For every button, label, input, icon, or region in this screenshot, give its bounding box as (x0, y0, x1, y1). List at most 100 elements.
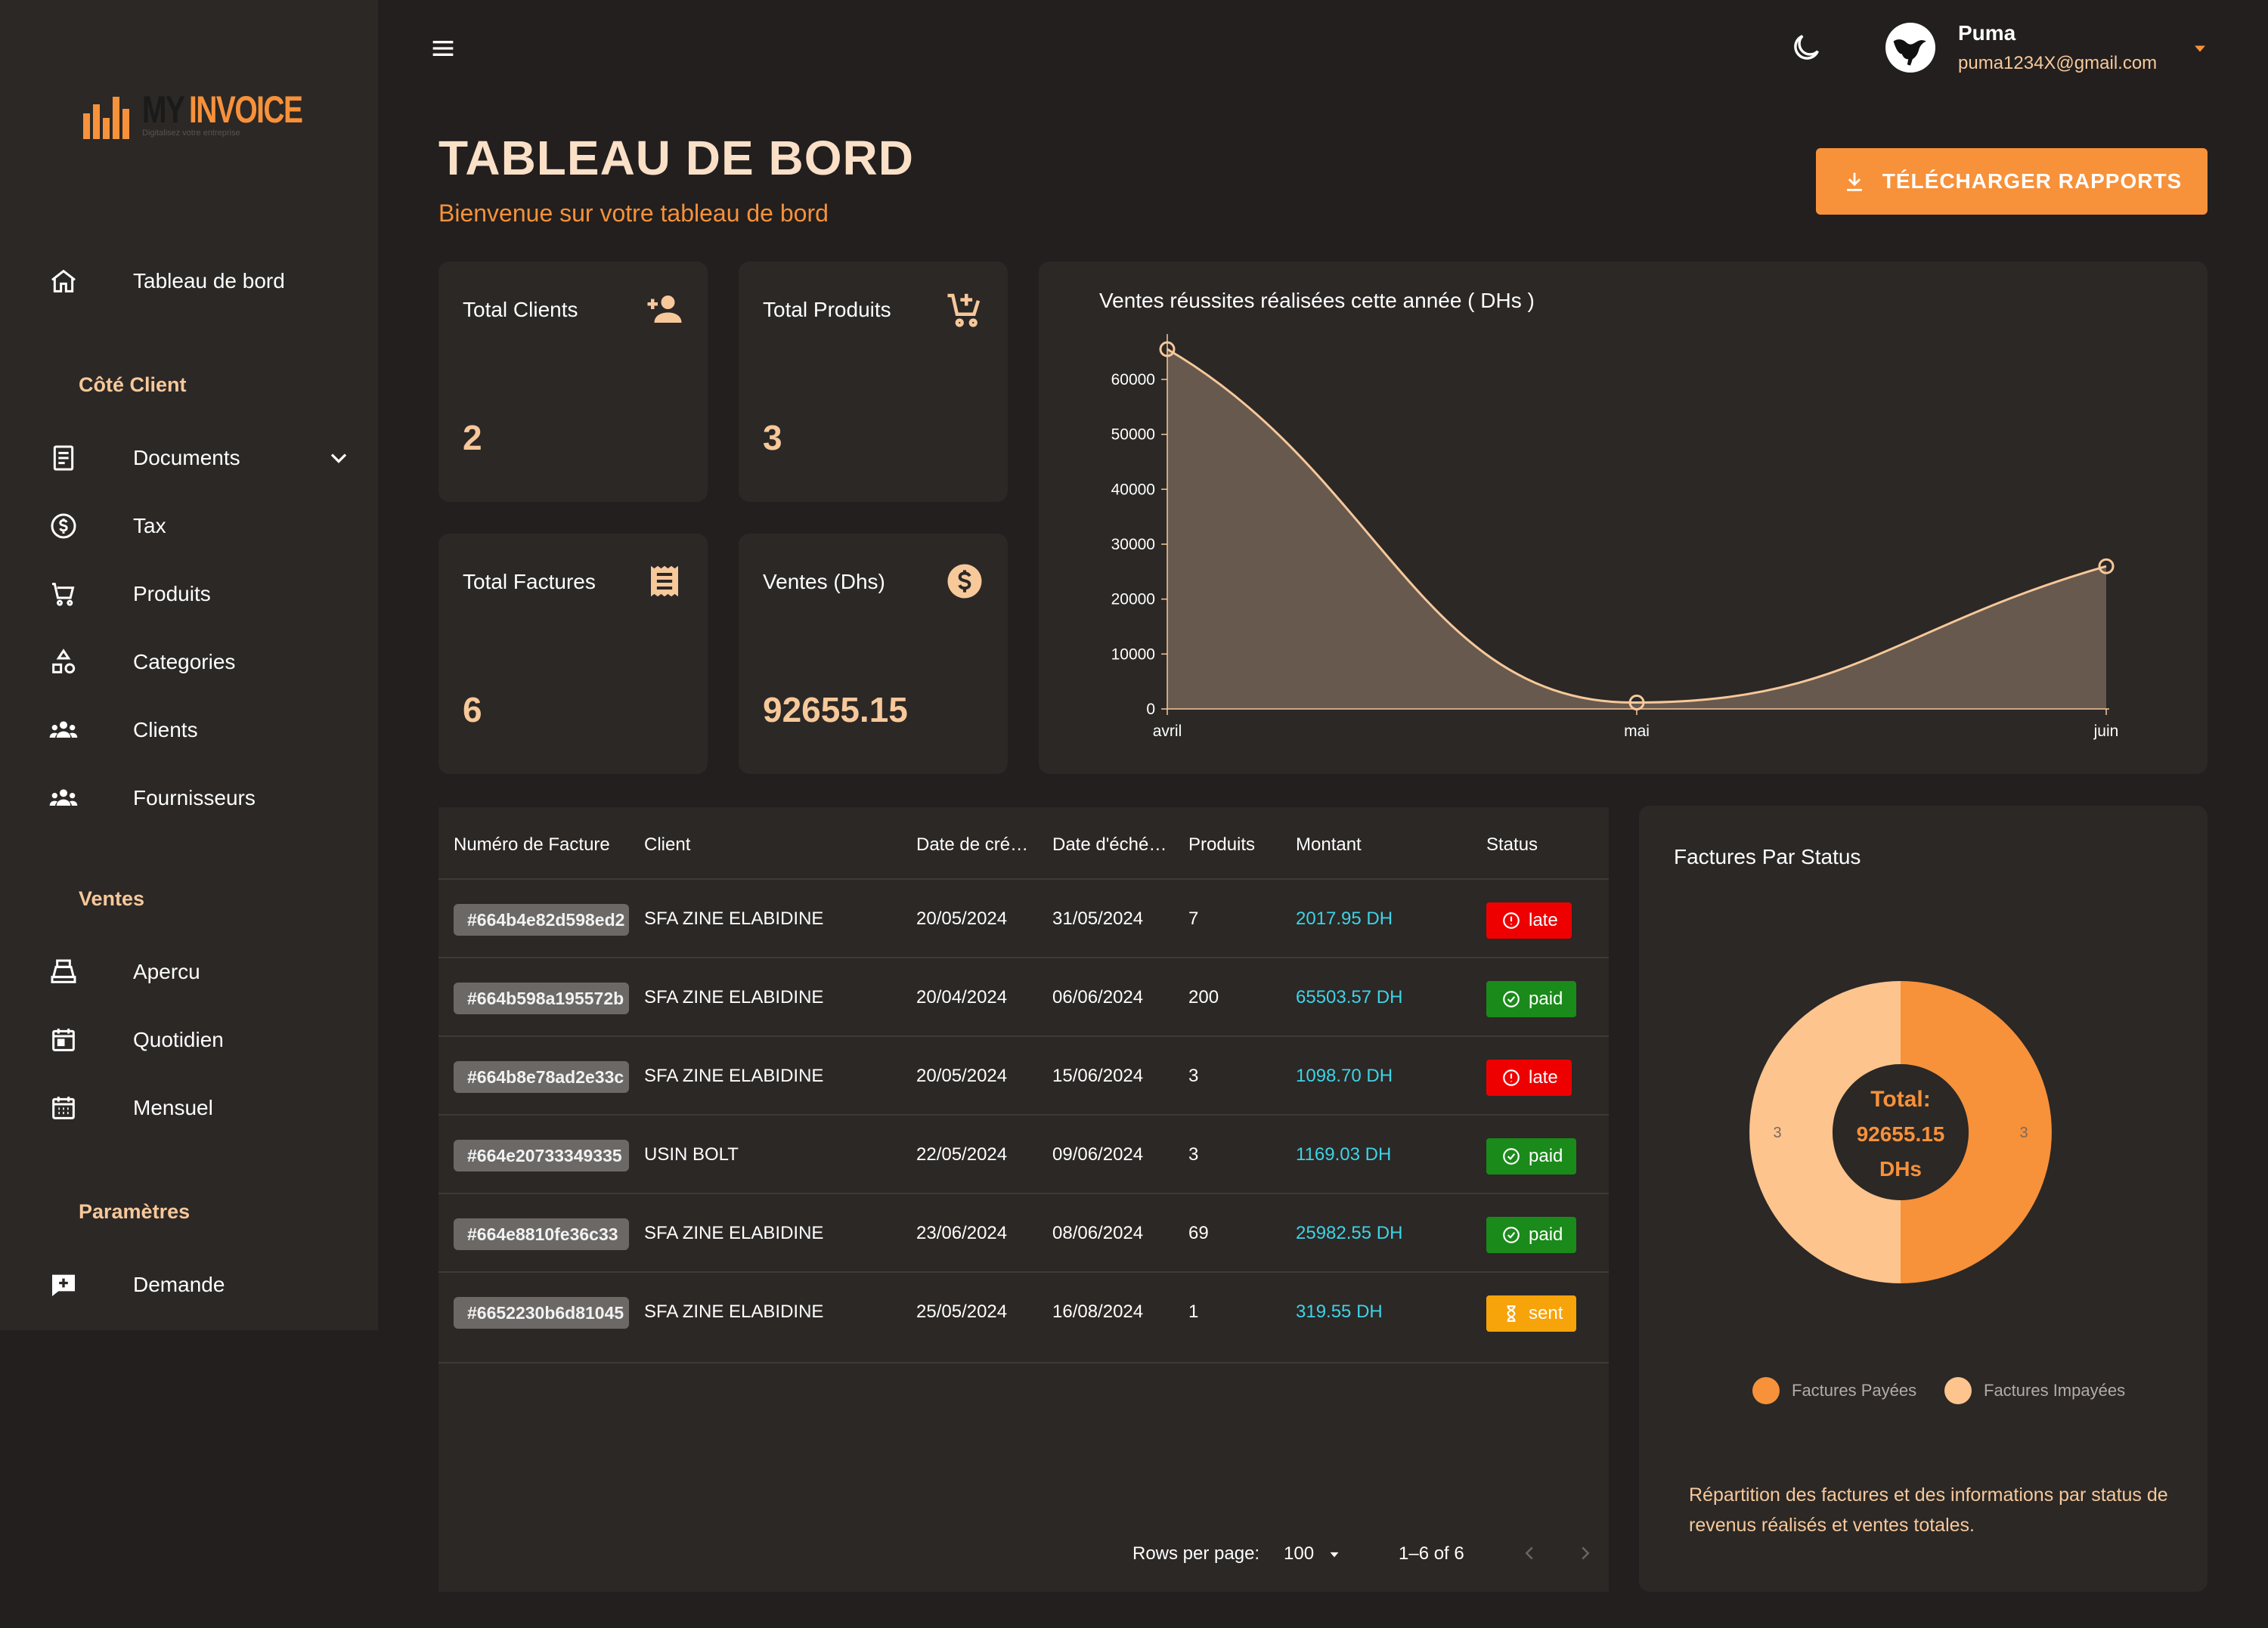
cash-register-icon (47, 955, 80, 989)
hourglass-icon (1507, 1305, 1516, 1322)
status-badge[interactable]: late (1486, 902, 1572, 939)
logo-bars-icon (83, 97, 129, 139)
dark-mode-icon[interactable] (1789, 30, 1823, 65)
column-header[interactable]: Date d'éché… (1052, 834, 1167, 856)
invoice-id-chip[interactable]: #664b8e78ad2e33c (454, 1061, 629, 1093)
sidebar-item-categories[interactable]: Categories (0, 635, 378, 689)
donut-center-label: DHs (1879, 1157, 1922, 1181)
prev-page-icon[interactable] (1518, 1542, 1541, 1565)
invoice-id-chip[interactable]: #664b4e82d598ed2 (454, 904, 629, 936)
dollar-circle-icon (47, 509, 80, 543)
sidebar-item-label: Fournisseurs (133, 786, 256, 809)
download-reports-button[interactable]: TÉLÉCHARGER RAPPORTS (1816, 148, 2208, 215)
next-page-icon[interactable] (1574, 1542, 1597, 1565)
people-icon (47, 713, 80, 747)
cart-icon (47, 577, 80, 611)
sidebar-item-label: Categories (133, 650, 236, 673)
due-date-cell: 09/06/2024 (1052, 1144, 1144, 1165)
logo[interactable]: MY INVOICE Digitalisez votre entreprise (82, 85, 303, 142)
sidebar-item-produits[interactable]: Produits (0, 567, 378, 621)
invoice-id-chip[interactable]: #664e20733349335 (454, 1140, 629, 1171)
status-badge[interactable]: sent (1486, 1295, 1577, 1332)
created-date-cell: 25/05/2024 (916, 1301, 1008, 1322)
sales-area-chart: 0 10000 20000 30000 40000 50000 60000 avril mai j… (1111, 334, 2118, 740)
sidebar-item-apercu[interactable]: Apercu (0, 945, 378, 999)
sidebar-item-label: Demande (133, 1273, 225, 1296)
column-header[interactable]: Client (644, 834, 690, 856)
invoice-id-chip[interactable]: #664e8810fe36c33 (454, 1218, 629, 1250)
sidebar-item-demande[interactable]: Demande (0, 1258, 378, 1312)
calendar-month-icon (47, 1091, 80, 1125)
document-icon (47, 441, 80, 475)
created-date-cell: 20/05/2024 (916, 908, 1008, 929)
chevron-down-icon[interactable] (325, 444, 352, 472)
sidebar-item-label: Clients (133, 718, 198, 741)
column-header[interactable]: Montant (1296, 834, 1362, 856)
stat-value: 92655.15 (763, 690, 908, 729)
column-header[interactable]: Date de cré… (916, 834, 1028, 856)
sidebar-item-quotidien[interactable]: Quotidien (0, 1013, 378, 1067)
products-cell: 7 (1188, 908, 1199, 929)
created-date-cell: 23/06/2024 (916, 1223, 1008, 1243)
stat-title: Total Produits (763, 298, 891, 321)
table-row[interactable]: #664b598a195572b SFA ZINE ELABIDINE 20/04/… (438, 957, 1609, 1035)
column-header[interactable]: Produits (1188, 834, 1255, 856)
sidebar-item-label: Quotidien (133, 1028, 224, 1051)
table-footer-divider (438, 1362, 1609, 1363)
category-icon (47, 645, 80, 679)
y-tick-label: 10000 (1111, 645, 1155, 663)
donut-description: Répartition des factures et des informat… (1689, 1484, 2168, 1536)
sidebar-item-fournisseurs[interactable]: Fournisseurs (0, 771, 378, 825)
sidebar: MY INVOICE Digitalisez votre entreprise … (0, 0, 378, 1330)
logo-word-invoice: INVOICE (189, 88, 303, 131)
stat-card-produits: Total Produits 3 (739, 262, 1008, 502)
sidebar-item-documents[interactable]: Documents (0, 431, 378, 485)
menu-icon[interactable] (426, 33, 460, 63)
client-cell: SFA ZINE ELABIDINE (644, 1066, 824, 1086)
products-cell: 3 (1188, 1144, 1199, 1165)
stat-value: 6 (463, 690, 482, 729)
legend-item-paid[interactable]: Factures Payées (1752, 1377, 1916, 1404)
avatar[interactable] (1885, 23, 1935, 73)
stat-card-factures: Total Factures 6 (438, 534, 708, 774)
table-row[interactable]: #6652230b6d81045 SFA ZINE ELABIDINE 25/05/… (438, 1271, 1609, 1350)
column-header[interactable]: Numéro de Facture (454, 834, 610, 856)
status-badge[interactable]: paid (1486, 1138, 1577, 1175)
legend-label: Factures Impayées (1984, 1381, 2126, 1400)
table-row[interactable]: #664e8810fe36c33 SFA ZINE ELABIDINE 23/06/… (438, 1193, 1609, 1271)
invoice-id-chip[interactable]: #6652230b6d81045 (454, 1297, 629, 1329)
table-row[interactable]: #664e20733349335 USIN BOLT 22/05/2024 09/06… (438, 1114, 1609, 1193)
user-email: puma1234X@gmail.com (1958, 53, 2158, 73)
sidebar-item-label: Produits (133, 582, 211, 605)
sidebar-item-label: Tableau de bord (133, 269, 285, 292)
sidebar-item-mensuel[interactable]: Mensuel (0, 1081, 378, 1135)
invoice-id-chip[interactable]: #664b598a195572b (454, 983, 629, 1014)
sidebar-item-label: Mensuel (133, 1096, 213, 1119)
products-cell: 200 (1188, 987, 1219, 1007)
table-row[interactable]: #664b4e82d598ed2 SFA ZINE ELABIDINE 20/05/… (438, 878, 1609, 957)
status-donut-card: Factures Par Status 3 3 Total: 92655.15 DHs … (1639, 806, 2208, 1592)
sidebar-item-dashboard[interactable]: Tableau de bord (0, 254, 378, 308)
people-icon (47, 782, 80, 815)
page-subtitle: Bienvenue sur votre tableau de bord (438, 200, 829, 227)
area-fill (1167, 349, 2106, 709)
sidebar-item-label: Apercu (133, 960, 200, 983)
status-badge[interactable]: paid (1486, 981, 1577, 1017)
stat-title: Total Factures (463, 570, 596, 593)
rows-per-page-select[interactable]: 100 (1284, 1543, 1344, 1565)
chat-add-icon (47, 1268, 80, 1301)
status-label: late (1529, 1067, 1558, 1088)
column-header[interactable]: Status (1486, 834, 1538, 856)
download-reports-label: TÉLÉCHARGER RAPPORTS (1882, 169, 2183, 193)
legend-item-unpaid[interactable]: Factures Impayées (1944, 1377, 2125, 1404)
caret-down-icon[interactable] (2189, 38, 2211, 59)
status-badge[interactable]: paid (1486, 1217, 1577, 1253)
sidebar-item-tax[interactable]: Tax (0, 499, 378, 553)
sidebar-item-clients[interactable]: Clients (0, 703, 378, 757)
status-label: paid (1529, 1224, 1563, 1245)
stat-value: 3 (763, 418, 782, 457)
status-badge[interactable]: late (1486, 1060, 1572, 1096)
table-row[interactable]: #664b8e78ad2e33c SFA ZINE ELABIDINE 20/05/… (438, 1035, 1609, 1114)
rows-per-page-label: Rows per page: (1132, 1543, 1260, 1564)
alert-icon (1503, 1069, 1520, 1086)
